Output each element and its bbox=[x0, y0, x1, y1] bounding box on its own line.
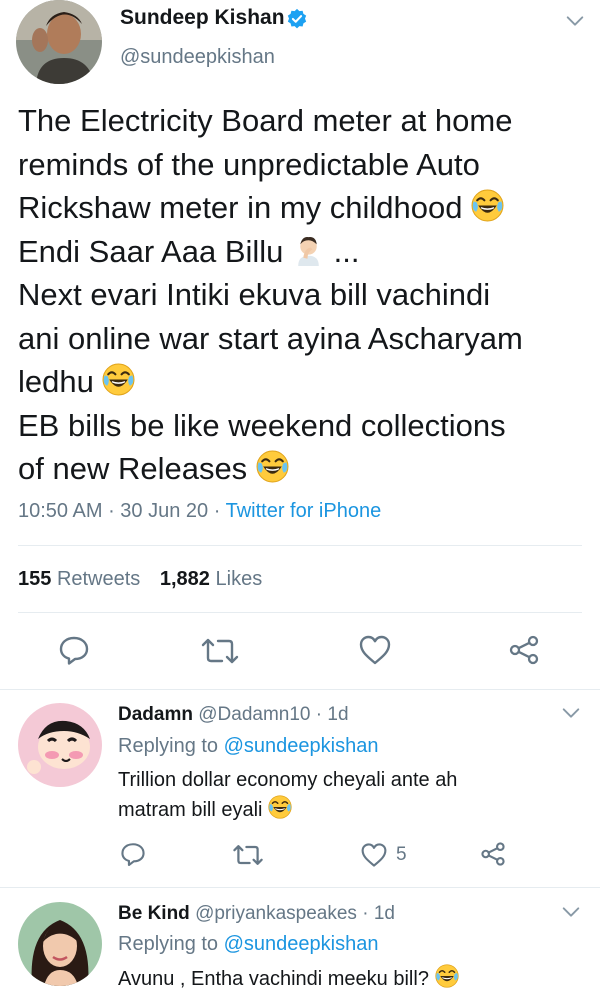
heart-icon[interactable] bbox=[360, 842, 388, 868]
like-count: 5 bbox=[396, 844, 407, 865]
tweet-line: The Electricity Board meter at home bbox=[18, 103, 513, 138]
tweet-date[interactable]: 30 Jun 20 bbox=[120, 500, 208, 522]
chevron-down-icon[interactable] bbox=[560, 901, 582, 923]
retweets-count: 155 bbox=[18, 568, 52, 590]
retweets-label: Retweets bbox=[56, 568, 141, 590]
likes-stat[interactable]: 1,882 Likes bbox=[160, 568, 262, 590]
meta-separator: · bbox=[102, 500, 121, 522]
reply-header: Be Kind @priyankaspeakes · 1d bbox=[118, 903, 395, 925]
tweet-line: Endi Saar Aaa Billu ... bbox=[18, 233, 360, 269]
reply-author-handle[interactable]: @priyankaspeakes bbox=[195, 903, 357, 924]
face-with-tears-of-joy-icon bbox=[102, 363, 135, 396]
author-handle[interactable]: @sundeepkishan bbox=[120, 46, 275, 69]
divider bbox=[18, 612, 582, 613]
chevron-down-icon[interactable] bbox=[560, 702, 582, 724]
replying-to: Replying to @sundeepkishan bbox=[118, 930, 378, 959]
tweet-line: ani online war start ayina Ascharyam bbox=[18, 320, 523, 356]
tweet-time[interactable]: 10:50 AM bbox=[18, 500, 103, 522]
divider bbox=[18, 545, 582, 546]
reply-age[interactable]: 1d bbox=[327, 704, 348, 725]
likes-label: Likes bbox=[215, 568, 263, 590]
face-with-tears-of-joy-icon bbox=[256, 450, 289, 483]
tweet-line: EB bills be like weekend collections bbox=[18, 407, 506, 443]
reply-icon[interactable] bbox=[58, 634, 90, 666]
replying-to-handle[interactable]: @sundeepkishan bbox=[224, 933, 379, 955]
tweet-line: ledhu bbox=[18, 360, 588, 404]
meta-separator: · bbox=[356, 903, 374, 924]
replying-to-handle[interactable]: @sundeepkishan bbox=[224, 735, 379, 757]
author-avatar[interactable] bbox=[16, 0, 102, 84]
tweet-source-link[interactable]: Twitter for iPhone bbox=[226, 500, 382, 522]
face-with-tears-of-joy-icon bbox=[268, 795, 292, 819]
meta-separator: · bbox=[310, 704, 328, 725]
reply-author-name[interactable]: Be Kind bbox=[118, 903, 190, 924]
tweet-line: reminds of the unpredictable Auto bbox=[18, 146, 480, 182]
reply-text-line: matram bill eyali bbox=[118, 795, 457, 825]
divider bbox=[0, 887, 600, 888]
face-with-tears-of-joy-icon bbox=[435, 964, 459, 988]
reply-text: Avunu , Entha vachindi meeku bill? bbox=[118, 964, 459, 994]
author-name[interactable]: Sundeep Kishan bbox=[120, 6, 285, 30]
reply-icon[interactable] bbox=[120, 841, 146, 867]
reply-age[interactable]: 1d bbox=[374, 903, 395, 924]
reply-text: Trillion dollar economy cheyali ante ah … bbox=[118, 766, 457, 825]
retweets-stat[interactable]: 155 Retweets bbox=[18, 568, 140, 590]
reply-header: Dadamn @Dadamn10 · 1d bbox=[118, 704, 349, 726]
heart-icon[interactable] bbox=[358, 634, 392, 666]
like-action[interactable]: 5 bbox=[360, 842, 407, 868]
reply-author-handle[interactable]: @Dadamn10 bbox=[198, 704, 310, 725]
face-with-tears-of-joy-icon bbox=[471, 189, 504, 222]
share-icon[interactable] bbox=[480, 841, 506, 867]
man-facepalming-icon bbox=[298, 236, 319, 266]
tweet-line: Next evari Intiki ekuva bill vachindi bbox=[18, 277, 491, 312]
reply-avatar[interactable] bbox=[18, 902, 102, 986]
likes-count: 1,882 bbox=[159, 568, 210, 590]
reply-author-name[interactable]: Dadamn bbox=[118, 704, 193, 725]
retweet-icon[interactable] bbox=[200, 636, 240, 666]
replying-to: Replying to @sundeepkishan bbox=[118, 732, 378, 761]
replying-to-label: Replying to bbox=[118, 933, 224, 955]
share-icon[interactable] bbox=[508, 634, 540, 666]
tweet-text: The Electricity Board meter at home remi… bbox=[18, 99, 588, 491]
reply-text-line: Trillion dollar economy cheyali ante ah bbox=[118, 769, 458, 791]
tweet-stats: 155 Retweets 1,882 Likes bbox=[18, 568, 262, 591]
chevron-down-icon[interactable] bbox=[564, 10, 586, 32]
meta-separator: · bbox=[208, 500, 226, 522]
replying-to-label: Replying to bbox=[118, 735, 224, 757]
tweet-line: Rickshaw meter in my childhood bbox=[18, 186, 588, 230]
verified-badge-icon bbox=[287, 8, 307, 29]
tweet-meta: 10:50 AM · 30 Jun 20 · Twitter for iPhon… bbox=[18, 500, 381, 523]
reply-avatar[interactable] bbox=[18, 703, 102, 787]
reply-text-line: Avunu , Entha vachindi meeku bill? bbox=[118, 964, 459, 994]
tweet-line: of new Releases bbox=[18, 447, 588, 491]
divider bbox=[0, 689, 600, 690]
retweet-icon[interactable] bbox=[232, 843, 264, 867]
